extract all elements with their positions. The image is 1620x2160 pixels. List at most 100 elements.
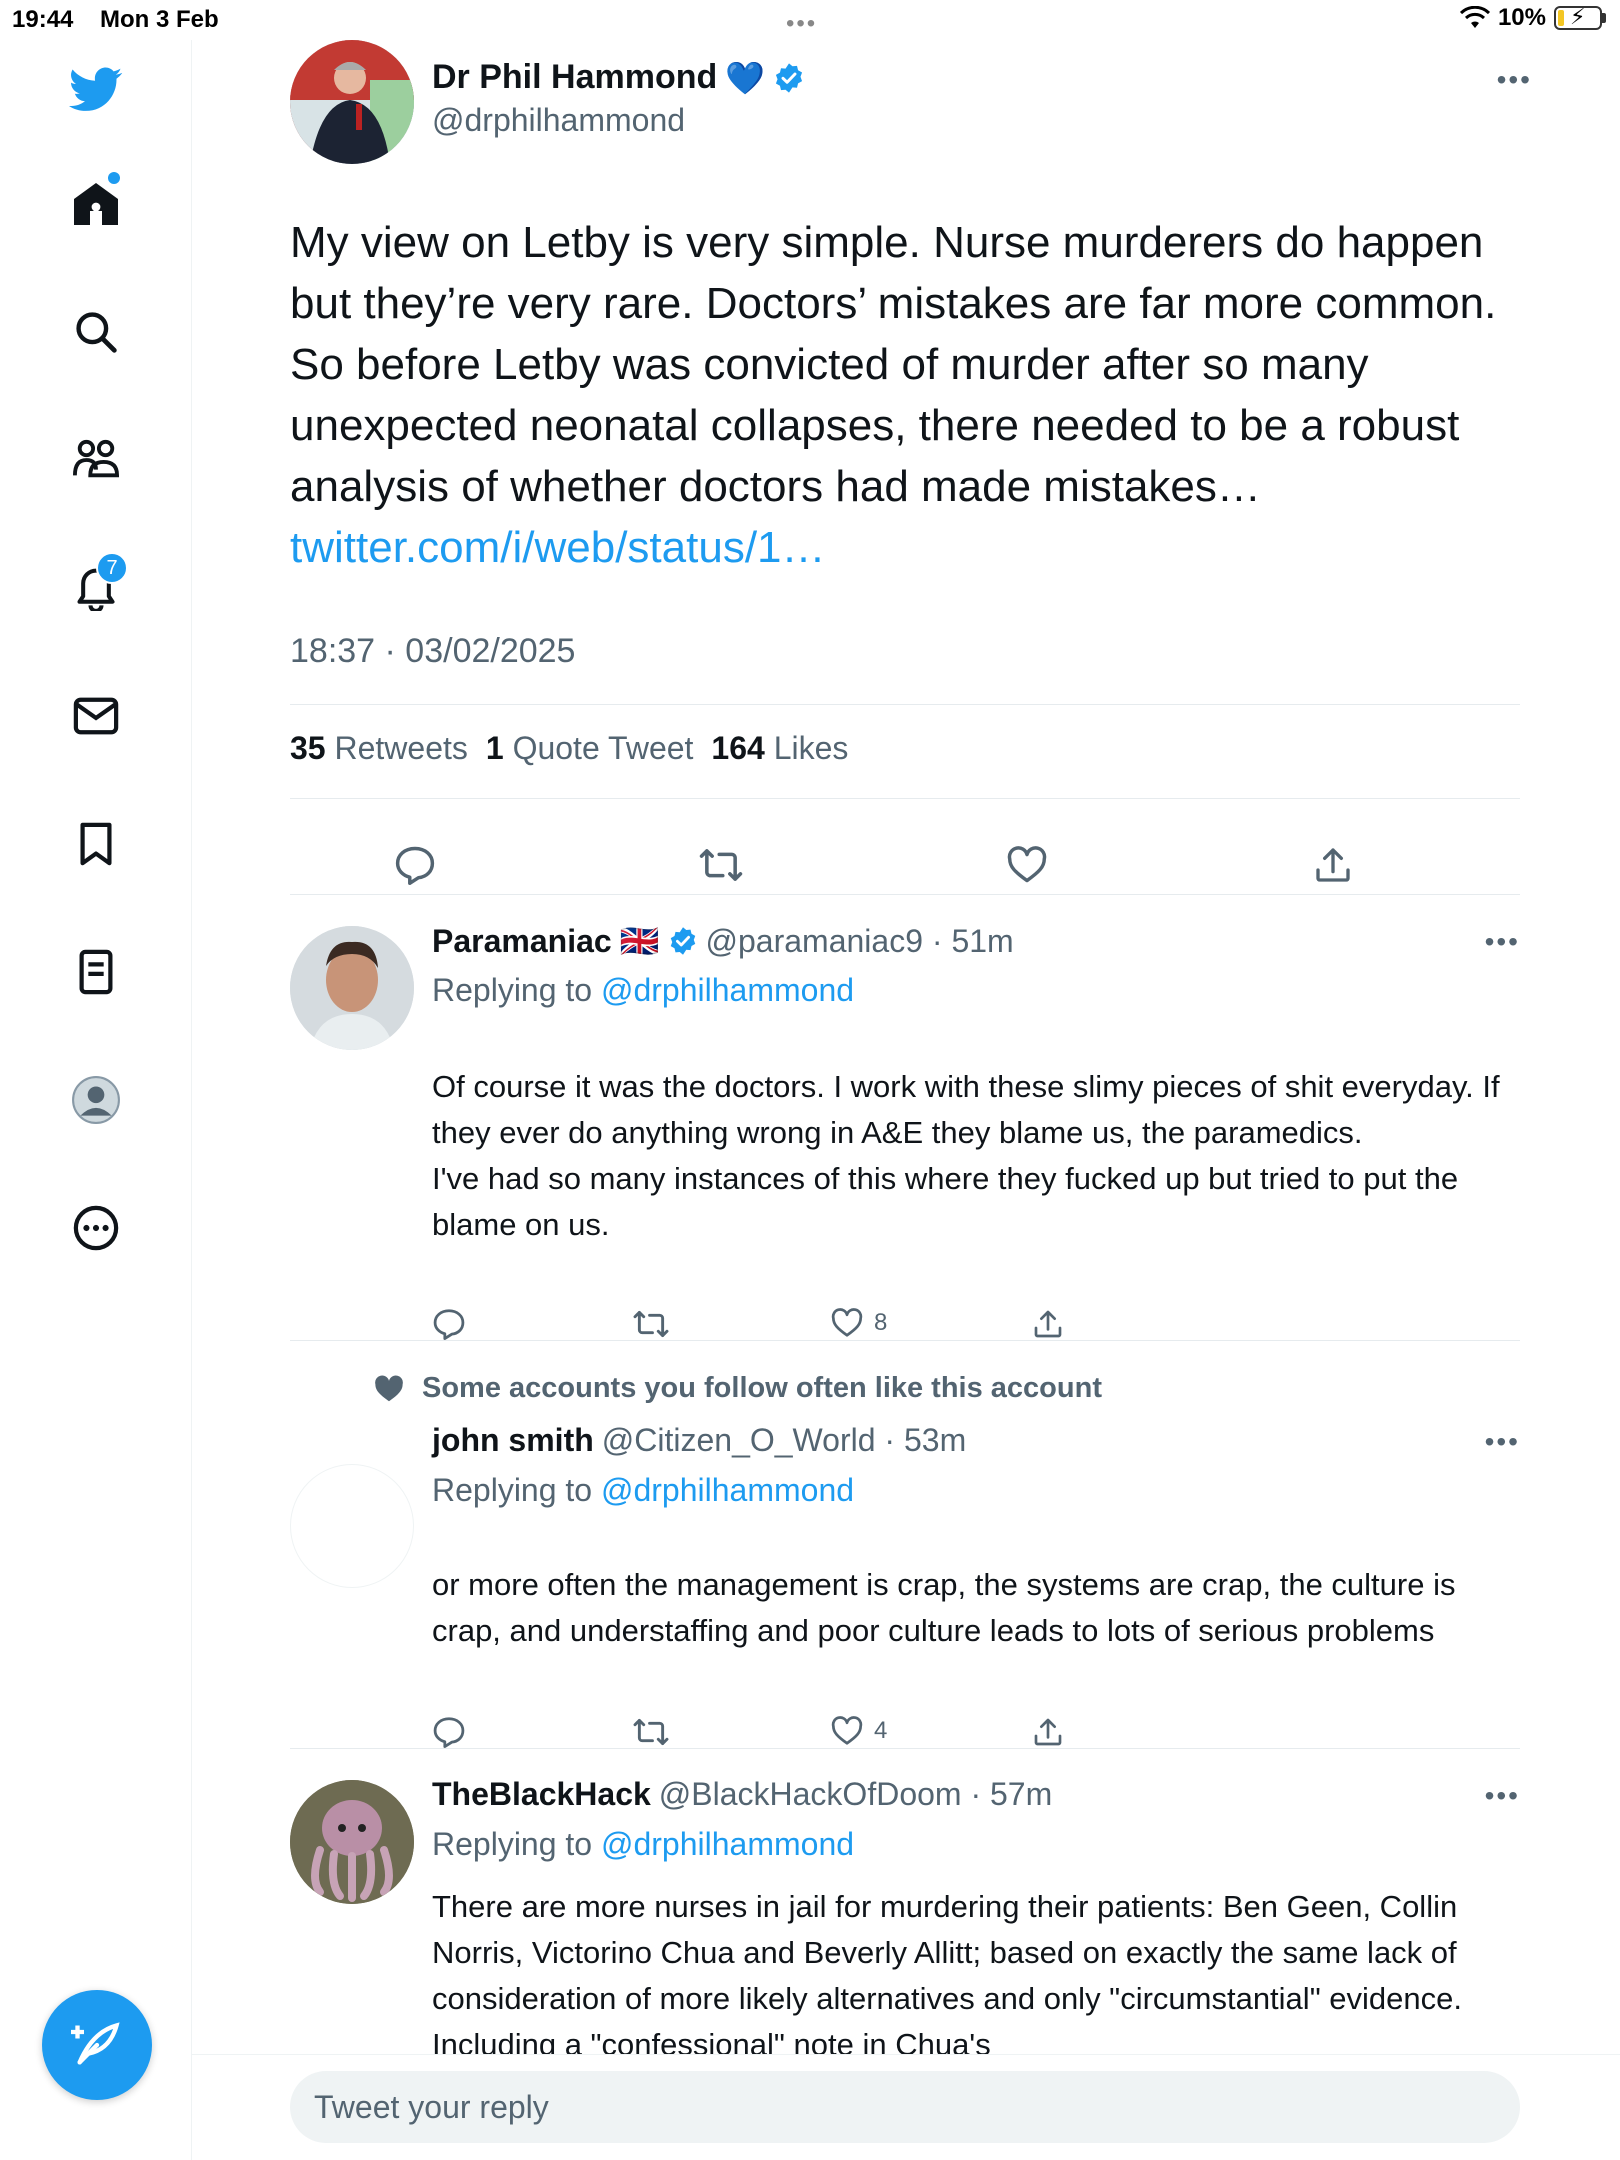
notifications-icon[interactable]: 7 <box>56 548 136 628</box>
lists-icon[interactable] <box>56 932 136 1012</box>
reply-text: There are more nurses in jail for murder… <box>432 1889 1463 2062</box>
verified-badge-icon <box>670 927 695 955</box>
reply-author-name[interactable]: john smith <box>432 1422 594 1459</box>
tweet-timestamp[interactable]: 18:37 · 03/02/2025 <box>290 632 575 671</box>
reply-tweet[interactable]: Paramaniac 🇬🇧 @paramaniac9 · 51m ••• Rep… <box>290 922 1520 1362</box>
tweet-author: Dr Phil Hammond 💙 @drphilhammond ••• <box>290 40 1532 170</box>
reply-like-button[interactable]: 8 <box>830 1308 887 1338</box>
tweet-text: My view on Letby is very simple. Nurse m… <box>290 218 1497 511</box>
social-context-text: Some accounts you follow often like this… <box>422 1372 1102 1404</box>
author-name-row: Dr Phil Hammond 💙 <box>432 58 805 97</box>
quotes-stat[interactable]: 1 Quote Tweet <box>486 730 694 767</box>
replying-to: Replying to @drphilhammond <box>432 972 854 1009</box>
replying-to-link[interactable]: @drphilhammond <box>601 972 854 1008</box>
retweets-label: Retweets <box>334 730 468 766</box>
tweet-body: My view on Letby is very simple. Nurse m… <box>290 212 1540 578</box>
compose-feather-icon <box>71 2022 120 2065</box>
reply-author-handle: @BlackHackOfDoom · 57m <box>658 1776 1053 1812</box>
explore-icon[interactable] <box>56 292 136 372</box>
reply-actions: 8 <box>432 1308 1132 1358</box>
reply-reply-icon[interactable] <box>432 1716 466 1748</box>
reply-share-icon[interactable] <box>1032 1308 1064 1340</box>
status-right: 10% ⚡ <box>1459 4 1606 32</box>
like-icon <box>831 1308 863 1337</box>
home-new-dot <box>108 172 120 184</box>
divider <box>290 798 1520 799</box>
like-icon[interactable] <box>1002 840 1052 890</box>
tweet-reply-input[interactable]: Tweet your reply <box>290 2071 1520 2143</box>
multitasking-dots-icon[interactable]: ••• <box>786 10 817 38</box>
quotes-label: Quote Tweet <box>512 730 694 766</box>
likes-stat[interactable]: 164 Likes <box>711 730 848 767</box>
reply-share-icon[interactable] <box>1032 1716 1064 1748</box>
reply-header: Paramaniac 🇬🇧 @paramaniac9 · 51m <box>432 922 1014 960</box>
reply-tweet[interactable]: TheBlackHack @BlackHackOfDoom · 57m ••• … <box>290 1776 1520 2096</box>
author-display-name[interactable]: Dr Phil Hammond <box>432 58 717 97</box>
heart-filled-icon <box>375 1374 403 1401</box>
reply-avatar[interactable] <box>290 1780 414 1904</box>
reply-more-options-icon[interactable]: ••• <box>1485 1780 1520 1812</box>
reply-composer-bar: Tweet your reply <box>192 2054 1620 2160</box>
tweet-link[interactable]: twitter.com/i/web/status/1… <box>290 523 826 572</box>
reply-icon[interactable] <box>390 840 440 890</box>
divider <box>290 894 1520 895</box>
profile-icon[interactable] <box>56 1060 136 1140</box>
likes-label: Likes <box>773 730 849 766</box>
replying-prefix: Replying to <box>432 1826 601 1862</box>
reply-text: or more often the management is crap, th… <box>432 1567 1456 1648</box>
replying-prefix: Replying to <box>432 1472 601 1508</box>
sidebar: 7 <box>0 40 192 2160</box>
quotes-count: 1 <box>485 730 504 766</box>
likes-count: 164 <box>711 730 765 766</box>
reply-author-handle: @Citizen_O_World · 53m <box>601 1422 967 1458</box>
reply-header: john smith @Citizen_O_World · 53m <box>432 1422 966 1459</box>
retweets-stat[interactable]: 35 Retweets <box>290 730 468 767</box>
reply-like-count: 8 <box>874 1309 888 1336</box>
tweet-stats: 35 Retweets 1 Quote Tweet 164 Likes <box>290 730 848 767</box>
tweet-detail: Dr Phil Hammond 💙 @drphilhammond ••• My … <box>192 40 1620 2160</box>
tweet-actions <box>290 820 1520 910</box>
share-icon[interactable] <box>1308 840 1358 890</box>
reply-like-count: 4 <box>874 1717 888 1744</box>
status-bar: 19:44 Mon 3 Feb ••• 10% ⚡ <box>0 0 1620 40</box>
reply-retweet-icon[interactable] <box>632 1716 670 1748</box>
more-icon[interactable] <box>56 1188 136 1268</box>
reply-retweet-icon[interactable] <box>632 1308 670 1340</box>
notifications-badge: 7 <box>96 552 128 584</box>
status-date: Mon 3 Feb <box>100 6 219 33</box>
battery-icon: ⚡ <box>1554 4 1602 30</box>
reply-actions: 4 <box>432 1716 1132 1766</box>
replying-prefix: Replying to <box>432 972 601 1008</box>
author-handle: @drphilhammond <box>432 102 686 138</box>
verified-badge-icon <box>776 62 803 93</box>
reply-like-button[interactable]: 4 <box>830 1716 887 1746</box>
wifi-icon <box>1459 6 1490 28</box>
reply-more-options-icon[interactable]: ••• <box>1485 1426 1520 1458</box>
reply-author-name[interactable]: Paramaniac <box>432 923 612 960</box>
twitter-logo-icon[interactable] <box>56 50 136 130</box>
retweet-icon[interactable] <box>696 840 746 890</box>
status-time: 19:44 <box>12 6 74 33</box>
replying-to-link[interactable]: @drphilhammond <box>601 1472 854 1508</box>
communities-icon[interactable] <box>56 420 136 500</box>
tweet-more-options-icon[interactable]: ••• <box>1497 64 1532 96</box>
messages-icon[interactable] <box>56 676 136 756</box>
reply-avatar[interactable] <box>290 926 414 1050</box>
reply-header: TheBlackHack @BlackHackOfDoom · 57m <box>432 1776 1052 1813</box>
battery-percent: 10% <box>1497 4 1546 31</box>
social-context: Some accounts you follow often like this… <box>372 1372 1102 1405</box>
blue-heart-icon: 💙 <box>725 59 766 96</box>
divider <box>290 1340 1520 1341</box>
replying-to-link[interactable]: @drphilhammond <box>601 1826 854 1862</box>
reply-more-options-icon[interactable]: ••• <box>1485 926 1520 958</box>
reply-tweet[interactable]: Some accounts you follow often like this… <box>290 1372 1520 1772</box>
bookmarks-icon[interactable] <box>56 804 136 884</box>
reply-avatar[interactable] <box>290 1464 414 1588</box>
divider <box>290 704 1520 705</box>
compose-tweet-button[interactable] <box>42 1990 152 2100</box>
reply-author-name[interactable]: TheBlackHack <box>432 1776 651 1813</box>
author-avatar[interactable] <box>290 40 414 164</box>
uk-flag-icon: 🇬🇧 <box>619 923 660 959</box>
reply-reply-icon[interactable] <box>432 1308 466 1340</box>
home-icon[interactable] <box>56 164 136 244</box>
